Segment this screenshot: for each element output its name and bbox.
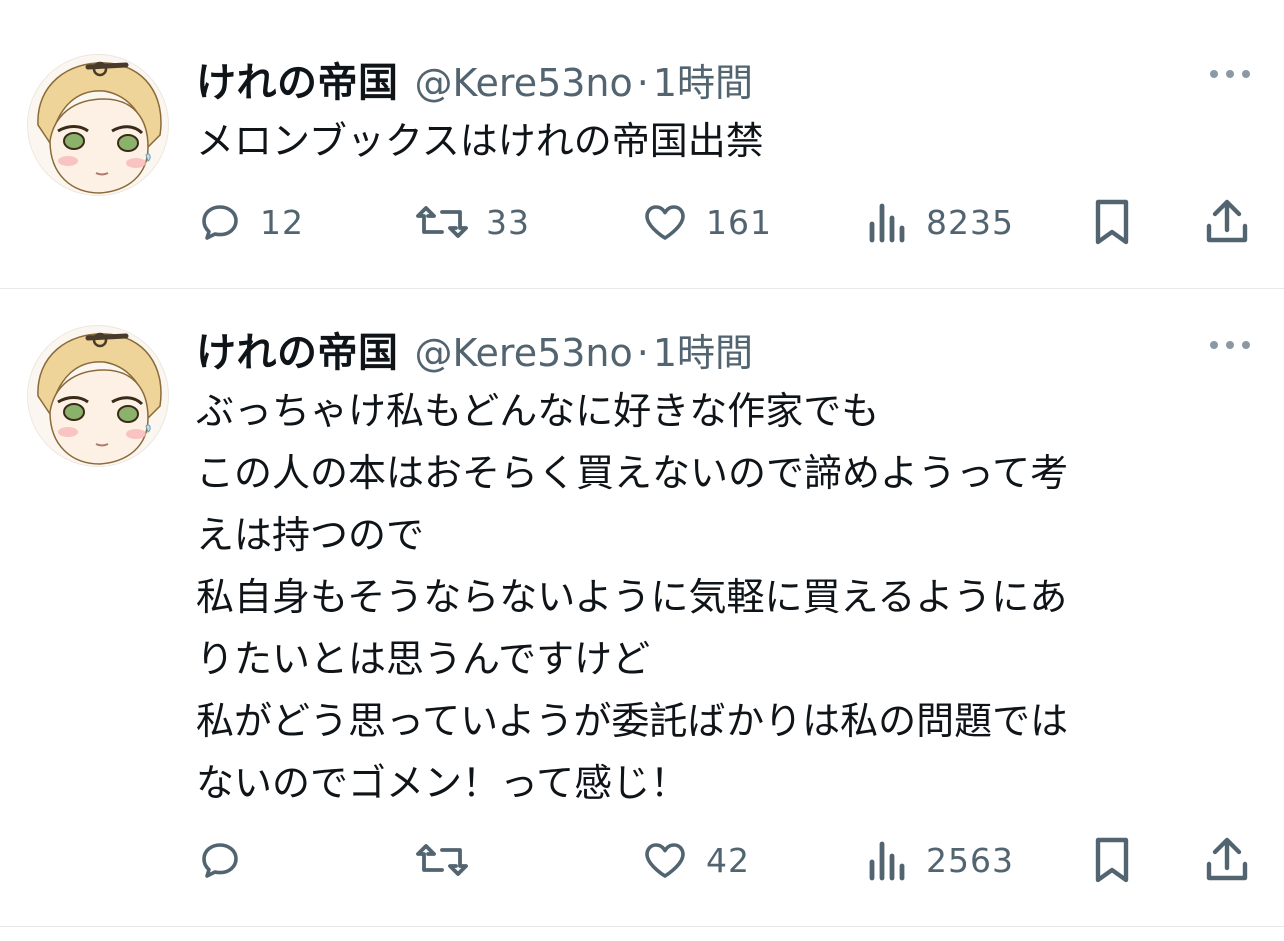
reply-count: 12 bbox=[260, 202, 304, 242]
reply-icon bbox=[196, 836, 244, 884]
separator-dot: · bbox=[636, 331, 649, 375]
like-button[interactable]: 42 bbox=[640, 830, 750, 890]
action-bar: 42 2563 bbox=[0, 830, 1284, 890]
avatar-illustration bbox=[28, 55, 168, 195]
tweet-header: けれの帝国 @Kere53no · 1時間 bbox=[196, 50, 753, 106]
retweet-count: 33 bbox=[486, 202, 530, 242]
avatar-illustration bbox=[28, 326, 168, 466]
share-button[interactable] bbox=[1202, 830, 1252, 890]
retweet-icon bbox=[414, 836, 470, 884]
tweet-text-line: ないのでゴメン！って感じ！ bbox=[196, 761, 689, 805]
retweet-icon bbox=[414, 198, 470, 246]
like-button[interactable]: 161 bbox=[640, 192, 772, 252]
more-icon[interactable] bbox=[1208, 335, 1252, 355]
retweet-button[interactable]: 33 bbox=[414, 192, 530, 252]
display-name[interactable]: けれの帝国 bbox=[196, 50, 399, 108]
views-button[interactable]: 2563 bbox=[866, 830, 1014, 890]
tweet-text-line: 私自身もそうならないように気軽に買えるようにあ bbox=[196, 575, 1068, 619]
tweet-text-line: 私がどう思っていようが委託ばかりは私の問題では bbox=[196, 699, 1069, 743]
reply-button[interactable] bbox=[196, 830, 260, 890]
reply-icon bbox=[196, 198, 244, 246]
bookmark-button[interactable] bbox=[1090, 830, 1134, 890]
separator-dot: · bbox=[636, 61, 649, 105]
tweet-text-line: この人の本はおそらく買えないので諦めようって考 bbox=[196, 451, 1069, 495]
avatar[interactable] bbox=[27, 54, 169, 196]
views-button[interactable]: 8235 bbox=[866, 192, 1014, 252]
views-icon bbox=[866, 836, 910, 884]
tweet-header: けれの帝国 @Kere53no · 1時間 bbox=[196, 320, 753, 376]
user-handle[interactable]: @Kere53no bbox=[415, 331, 633, 375]
like-count: 161 bbox=[706, 202, 772, 242]
tweet-text-line: ぶっちゃけ私もどんなに好きな作家でも bbox=[196, 389, 880, 433]
bookmark-icon bbox=[1090, 196, 1134, 248]
share-icon bbox=[1202, 196, 1252, 248]
user-handle[interactable]: @Kere53no bbox=[415, 61, 633, 105]
tweet[interactable]: けれの帝国 @Kere53no · 1時間 メロンブックスはけれの帝国出禁 12… bbox=[0, 0, 1284, 288]
more-icon[interactable] bbox=[1208, 64, 1252, 84]
views-icon bbox=[866, 198, 910, 246]
like-icon bbox=[640, 198, 690, 246]
action-bar: 12 33 161 8235 bbox=[0, 192, 1284, 252]
reply-button[interactable]: 12 bbox=[196, 192, 304, 252]
retweet-button[interactable] bbox=[414, 830, 486, 890]
timestamp[interactable]: 1時間 bbox=[653, 52, 753, 107]
like-icon bbox=[640, 836, 690, 884]
share-button[interactable] bbox=[1202, 192, 1252, 252]
tweet-text: ぶっちゃけ私もどんなに好きな作家でも この人の本はおそらく買えないので諦めようっ… bbox=[196, 380, 1256, 814]
avatar[interactable] bbox=[27, 325, 169, 467]
tweet[interactable]: けれの帝国 @Kere53no · 1時間 ぶっちゃけ私もどんなに好きな作家でも… bbox=[0, 289, 1284, 929]
share-icon bbox=[1202, 834, 1252, 886]
view-count: 2563 bbox=[926, 840, 1014, 880]
bookmark-button[interactable] bbox=[1090, 192, 1134, 252]
tweet-text-line: えは持つので bbox=[196, 513, 425, 557]
display-name[interactable]: けれの帝国 bbox=[196, 320, 399, 378]
like-count: 42 bbox=[706, 840, 750, 880]
tweet-text-line: メロンブックスはけれの帝国出禁 bbox=[196, 119, 764, 163]
view-count: 8235 bbox=[926, 202, 1014, 242]
tweet-divider bbox=[0, 926, 1284, 927]
bookmark-icon bbox=[1090, 834, 1134, 886]
tweet-text-line: りたいとは思うんですけど bbox=[196, 637, 651, 681]
tweet-text: メロンブックスはけれの帝国出禁 bbox=[196, 110, 1256, 172]
timestamp[interactable]: 1時間 bbox=[653, 322, 753, 377]
